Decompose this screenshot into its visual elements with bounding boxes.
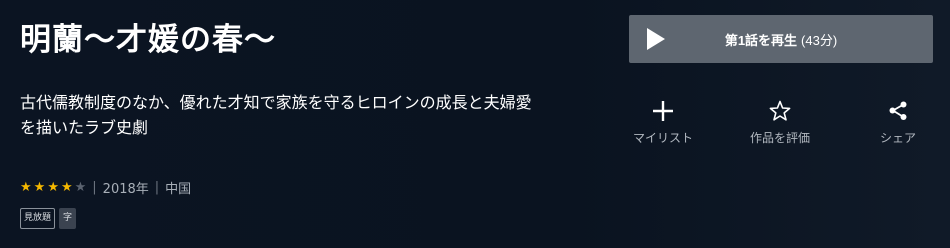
meta-separator: | [92,180,97,195]
badges: 見放題 字 [20,208,77,229]
country: 中国 [165,182,192,197]
share-button[interactable]: シェア [848,98,948,146]
unlimited-badge: 見放題 [20,208,56,229]
mylist-label: マイリスト [632,131,693,145]
page-title: 明蘭～才媛の春～ [20,22,276,58]
rating-star-icon: ★ [60,180,73,195]
release-year: 2018年 [102,182,149,197]
plus-icon [653,101,673,121]
play-button-label-wrap: 第1話を再生 (43分) [629,30,933,49]
subtitle-badge: 字 [59,208,77,229]
rating-star-icon: ★ [20,180,32,195]
rate-button[interactable]: 作品を評価 [730,98,830,146]
meta-separator: | [154,180,160,195]
title-detail-page: 明蘭～才媛の春～ 古代儒教制度のなか、優れた才知で家族を守るヒロインの成長と夫婦… [0,0,950,248]
rating-star-icon: ★ [74,180,87,195]
star-icon [769,100,791,121]
share-label: シェア [879,131,916,145]
share-icon [889,101,907,120]
rating-stars: ★ ★ ★ ★ ★ [20,181,86,194]
rate-label: 作品を評価 [749,131,810,145]
title-description: 古代儒教制度のなか、優れた才知で家族を守るヒロインの成長と夫婦愛を描いたラブ史劇 [20,93,532,137]
rating-star-icon: ★ [47,180,59,195]
mylist-button[interactable]: マイリスト [613,98,713,146]
play-button-duration: (43分) [801,32,838,48]
play-button-label: 第1話を再生 [724,32,798,48]
play-episode-button[interactable]: 第1話を再生 (43分) [629,15,933,63]
rating-star-icon: ★ [33,180,46,195]
title-meta: ★ ★ ★ ★ ★ | 2018年 | 中国 [20,178,191,197]
